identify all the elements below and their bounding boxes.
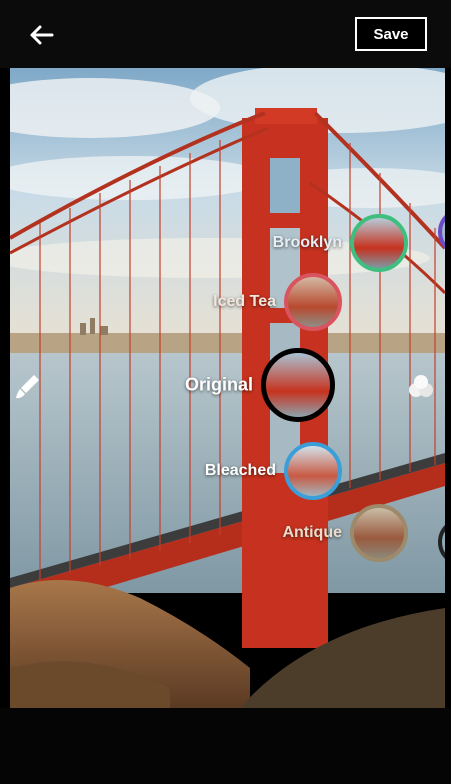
filter-bleached[interactable]: Bleached bbox=[205, 442, 342, 500]
filter-label: Original bbox=[184, 374, 253, 395]
paintbrush-button[interactable] bbox=[14, 372, 42, 400]
filter-thumbnail bbox=[284, 442, 342, 500]
back-button[interactable] bbox=[22, 18, 62, 52]
filter-original[interactable]: Original bbox=[185, 348, 335, 422]
arrow-left-icon bbox=[30, 25, 54, 45]
filter-thumbnail bbox=[261, 348, 335, 422]
filter-label: Bleached bbox=[204, 462, 276, 479]
color-adjust-button[interactable] bbox=[406, 374, 438, 400]
filter-brooklyn[interactable]: Brooklyn bbox=[273, 214, 408, 272]
filter-antique[interactable]: Antique bbox=[282, 504, 408, 562]
filter-iced-tea[interactable]: Iced Tea bbox=[213, 273, 342, 331]
bottom-bar bbox=[0, 708, 451, 784]
paintbrush-icon bbox=[16, 375, 39, 399]
filter-label: Brooklyn bbox=[272, 234, 342, 251]
filter-label: Iced Tea bbox=[213, 293, 276, 310]
save-button[interactable]: Save bbox=[355, 17, 427, 51]
filter-label: Antique bbox=[282, 524, 342, 541]
color-circles-icon bbox=[409, 375, 433, 397]
filter-thumbnail bbox=[350, 214, 408, 272]
filter-thumbnail bbox=[284, 273, 342, 331]
filter-thumbnail bbox=[350, 504, 408, 562]
top-toolbar: Save bbox=[0, 0, 451, 68]
